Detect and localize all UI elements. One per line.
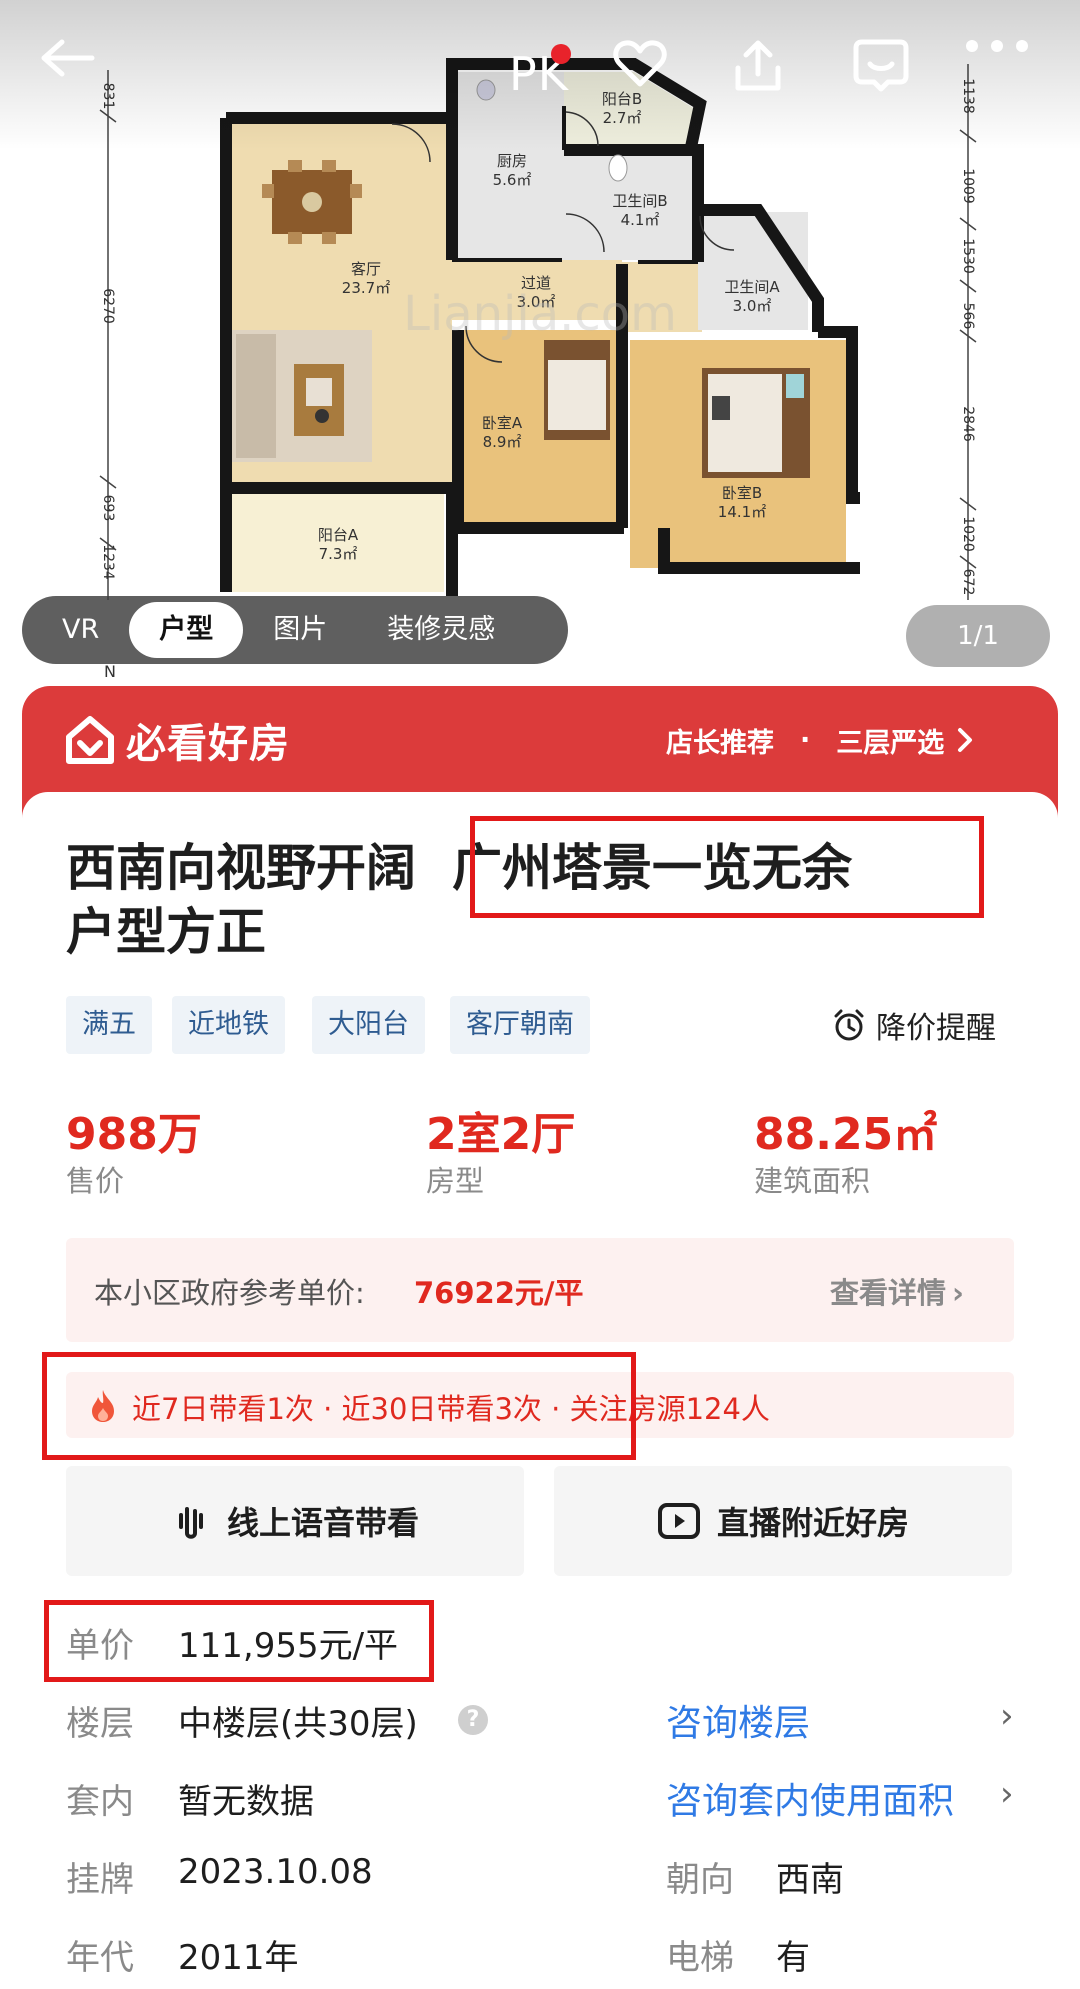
dimension-label: 693 xyxy=(100,495,116,522)
live-nearby-button[interactable]: 直播附近好房 xyxy=(554,1466,1012,1576)
banner-logo: 必看好房 xyxy=(64,712,290,768)
play-video-icon xyxy=(657,1503,700,1539)
banner-separator: · xyxy=(800,724,811,756)
chevron-right-icon: › xyxy=(1000,1774,1014,1814)
voice-tour-label: 线上语音带看 xyxy=(226,1504,419,1542)
reference-price-detail-label: 查看详情 xyxy=(830,1276,947,1310)
media-tabs: VR 户型 图片 装修灵感 xyxy=(22,596,568,664)
highlight-box-title xyxy=(470,816,984,918)
highlight-box-unit-price xyxy=(44,1600,434,1682)
share-icon xyxy=(735,40,781,91)
tab-decor-ideas[interactable]: 装修灵感 xyxy=(357,602,525,658)
message-button[interactable] xyxy=(852,38,924,110)
kpi-layout-value: 2室2厅 xyxy=(426,1109,576,1160)
floor-value: 中楼层(共30层) xyxy=(178,1704,418,1744)
favorite-button[interactable] xyxy=(612,38,682,110)
room-name-label: 卫生间B xyxy=(612,192,667,210)
link-chain-icon xyxy=(178,1507,203,1539)
year-label: 年代 xyxy=(66,1938,134,1978)
consult-inner-area-link[interactable]: 咨询套内使用面积 xyxy=(666,1772,954,1824)
heart-icon xyxy=(613,40,667,87)
room-area-label: 3.0㎡ xyxy=(733,297,772,315)
dimension-label: 2846 xyxy=(960,406,976,442)
year-value: 2011年 xyxy=(178,1938,299,1978)
orientation-label: 朝向 xyxy=(666,1860,734,1900)
chevron-right-icon: › xyxy=(952,1276,964,1310)
elevator-value: 有 xyxy=(776,1938,810,1978)
orientation-value: 西南 xyxy=(776,1860,844,1900)
floor-label: 楼层 xyxy=(66,1704,134,1744)
dimension-label: 1009 xyxy=(960,168,976,204)
room-area-label: 8.9㎡ xyxy=(483,433,522,451)
kpi-price-value: 988万 xyxy=(66,1109,202,1160)
chevron-right-icon: › xyxy=(1000,1696,1014,1736)
kpi-area-label: 建筑面积 xyxy=(754,1164,871,1198)
banner-title: 必看好房 xyxy=(126,721,290,767)
room-name-label: 卫生间A xyxy=(724,278,780,296)
reference-price-value: 76922元/平 xyxy=(414,1276,584,1310)
dimension-label: 1234 xyxy=(100,544,116,580)
house-logo-icon xyxy=(66,716,114,764)
tab-photos[interactable]: 图片 xyxy=(243,602,357,658)
dimension-label: 672 xyxy=(960,569,976,596)
chat-icon xyxy=(853,39,909,92)
room-name-label: 卧室A xyxy=(482,414,523,432)
room-area-label: 14.1㎡ xyxy=(718,503,766,521)
room-area-label: 23.7㎡ xyxy=(342,279,390,297)
back-button[interactable] xyxy=(38,38,118,110)
title-line-1: 西南向视野开阔 xyxy=(66,839,416,897)
highlight-box-activity xyxy=(42,1352,636,1460)
consult-floor-link[interactable]: 咨询楼层 xyxy=(666,1694,810,1746)
listed-date-label: 挂牌 xyxy=(66,1860,134,1900)
listed-date-value: 2023.10.08 xyxy=(178,1852,373,1892)
floor-plan-watermark: Lianjia.com xyxy=(403,286,677,342)
dimension-label: 1020 xyxy=(960,516,976,552)
north-mark: N xyxy=(104,662,116,681)
room-area-label: 7.3㎡ xyxy=(319,545,358,563)
reference-price-label: 本小区政府参考单价: xyxy=(94,1276,365,1310)
elevator-label: 电梯 xyxy=(666,1938,734,1978)
voice-tour-button[interactable]: 线上语音带看 xyxy=(66,1466,524,1576)
more-button[interactable] xyxy=(962,38,1042,110)
tag-near-subway: 近地铁 xyxy=(172,996,285,1054)
reference-price-detail-link[interactable]: 查看详情 › xyxy=(830,1270,964,1312)
live-nearby-label: 直播附近好房 xyxy=(716,1504,909,1542)
tag-five-years: 满五 xyxy=(66,996,152,1054)
tab-floorplan[interactable]: 户型 xyxy=(129,602,244,658)
floor-plan-image[interactable]: 阳台B2.7㎡厨房5.6㎡卫生间B4.1㎡客厅23.7㎡过道3.0㎡卫生间A3.… xyxy=(0,0,1080,690)
back-arrow-icon xyxy=(41,39,95,77)
more-dots-icon xyxy=(966,40,1028,52)
banner-links[interactable]: 店长推荐 · 三层严选 xyxy=(666,712,976,768)
price-alert-label: 降价提醒 xyxy=(876,1011,996,1046)
inner-area-label: 套内 xyxy=(66,1782,134,1822)
kpi-area-value: 88.25㎡ xyxy=(754,1109,938,1160)
tag-big-balcony: 大阳台 xyxy=(312,996,425,1054)
banner-link-three-layer[interactable]: 三层严选 xyxy=(836,721,944,760)
share-button[interactable] xyxy=(730,38,802,110)
room-area-label: 5.6㎡ xyxy=(493,171,532,189)
media-counter: 1/1 xyxy=(906,605,1050,667)
dimension-label: 566 xyxy=(960,303,976,330)
room-name-label: 卧室B xyxy=(722,484,762,502)
kpi-price-label: 售价 xyxy=(66,1164,125,1198)
room-name-label: 厨房 xyxy=(497,152,527,170)
alarm-clock-icon xyxy=(834,1009,864,1041)
price-alert-button[interactable]: 降价提醒 xyxy=(832,996,996,1054)
tab-vr[interactable]: VR xyxy=(32,602,129,658)
dimension-label: 1530 xyxy=(960,238,976,274)
chevron-right-icon xyxy=(958,728,973,752)
dimension-label: 6270 xyxy=(100,288,116,324)
pk-notification-dot xyxy=(551,44,571,64)
tag-living-south: 客厅朝南 xyxy=(450,996,590,1054)
room-name-label: 阳台A xyxy=(318,526,359,544)
banner-link-manager-pick[interactable]: 店长推荐 xyxy=(666,721,774,760)
room-name-label: 客厅 xyxy=(351,260,381,278)
kpi-layout-label: 房型 xyxy=(426,1164,485,1198)
inner-area-value: 暂无数据 xyxy=(178,1782,314,1822)
room-area-label: 4.1㎡ xyxy=(621,211,660,229)
help-question-icon[interactable]: ? xyxy=(458,1705,488,1735)
